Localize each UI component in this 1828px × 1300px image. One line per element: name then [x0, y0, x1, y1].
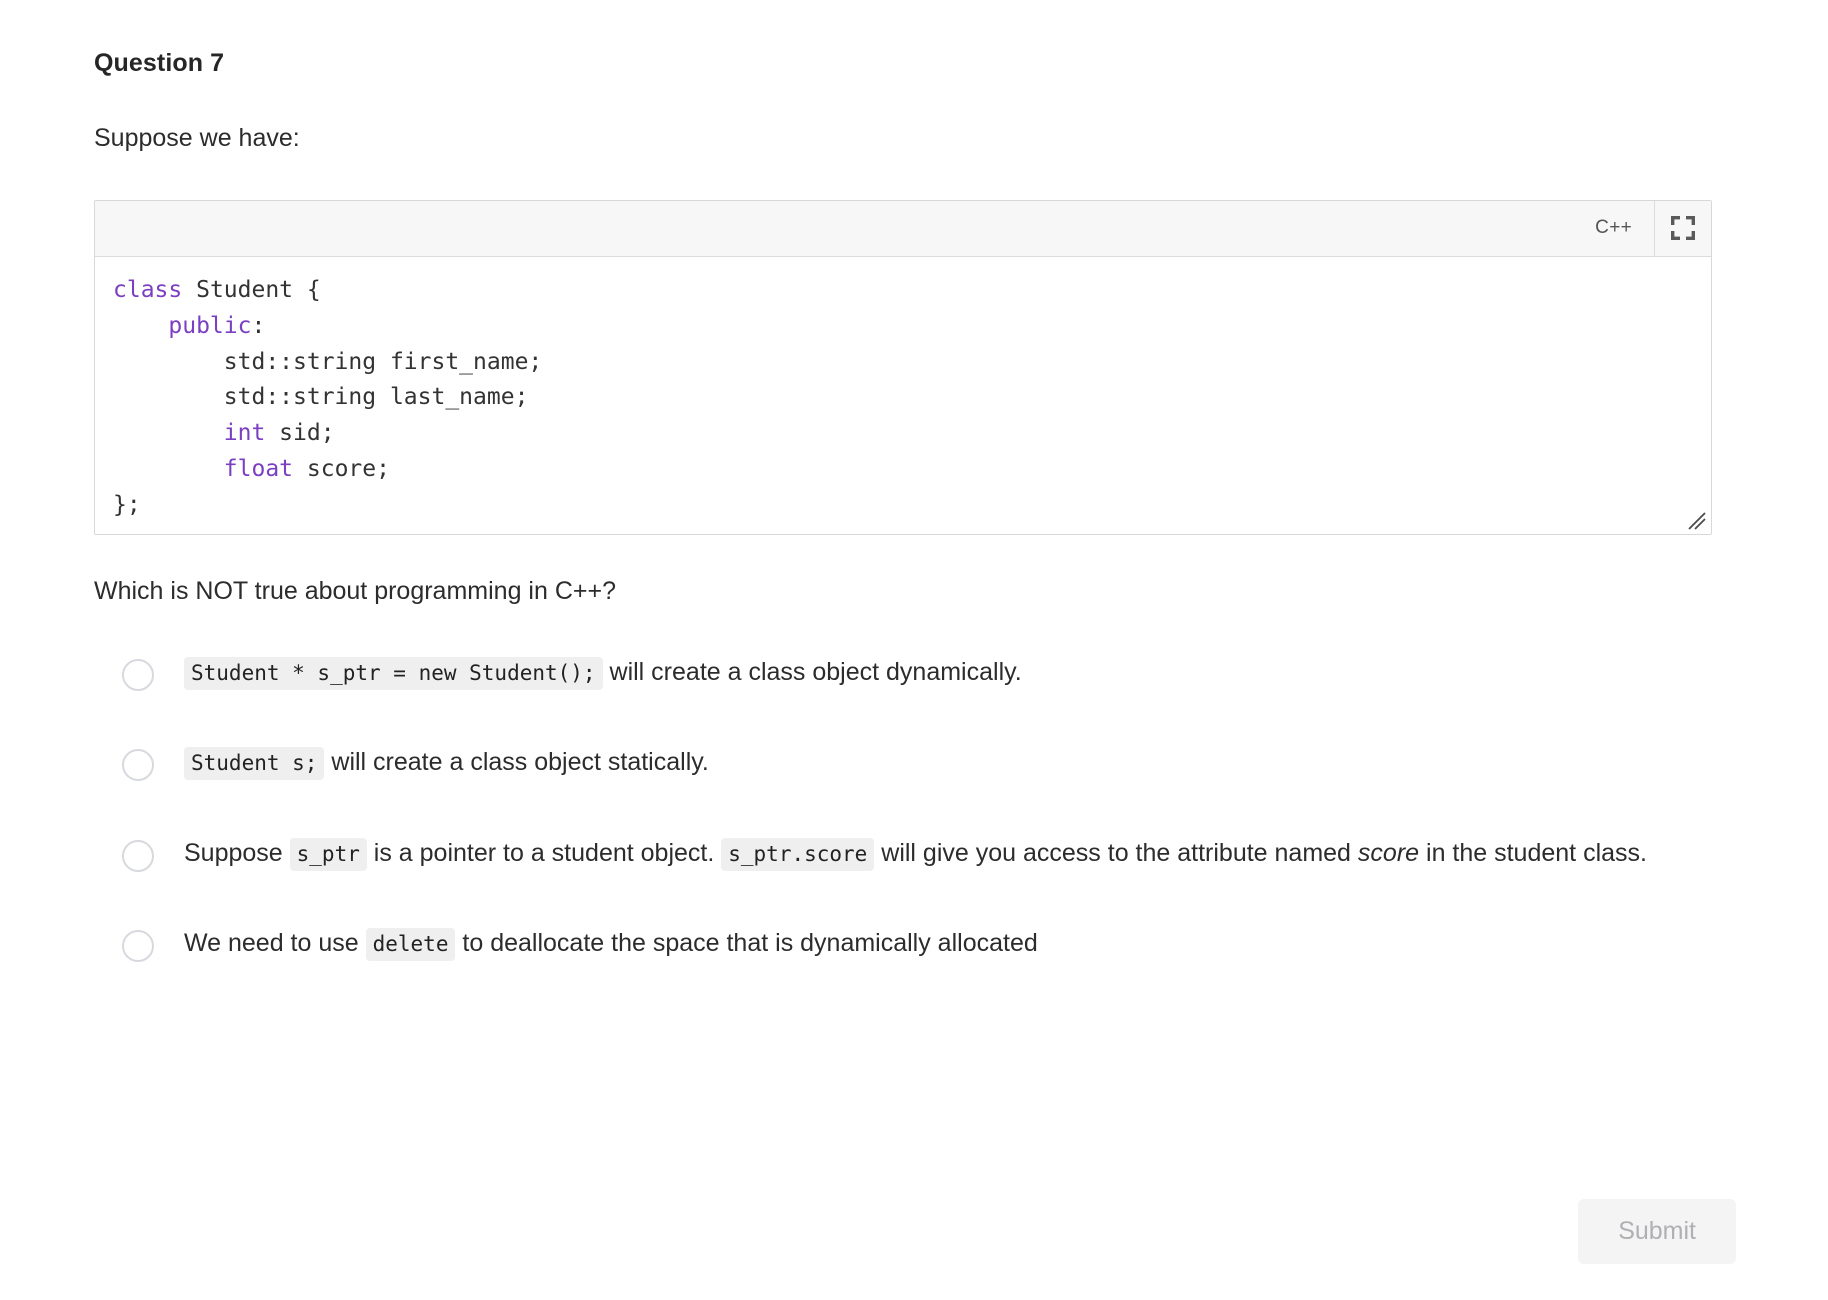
code-keyword: float: [223, 456, 294, 483]
answer-option-3[interactable]: Suppose s_ptr is a pointer to a student …: [94, 832, 1736, 873]
inline-code: s_ptr.score: [721, 837, 875, 871]
answer-option-label: We need to use delete to deallocate the …: [184, 922, 1038, 963]
code-keyword: int: [223, 420, 266, 447]
answer-option-label: Suppose s_ptr is a pointer to a student …: [184, 832, 1647, 873]
language-label: C++: [1595, 217, 1632, 239]
answer-option-label: Student s; will create a class object st…: [184, 741, 709, 782]
answer-option-4[interactable]: We need to use delete to deallocate the …: [94, 922, 1736, 963]
prompt-text: Suppose we have:: [94, 124, 300, 152]
code-keyword: public: [168, 312, 252, 339]
inline-code: delete: [365, 928, 456, 962]
answer-options: Student * s_ptr = new Student(); will cr…: [94, 651, 1736, 963]
submit-button[interactable]: Submit: [1578, 1199, 1736, 1264]
inline-code: Student * s_ptr = new Student();: [184, 656, 603, 690]
radio-button-3[interactable]: [122, 839, 154, 872]
page-title: Question 7: [94, 49, 225, 77]
question-stem: Which is NOT true about programming in C…: [94, 576, 616, 605]
question-page: Question 7 Suppose we have: C++ class St…: [0, 0, 1828, 1300]
radio-button-1[interactable]: [122, 658, 154, 691]
emphasis-text: score: [1357, 838, 1420, 867]
code-editor: C++ class Student {public: std::string …: [94, 199, 1712, 535]
resize-grip-icon[interactable]: [1686, 510, 1708, 532]
submit-area: Submit: [1578, 1199, 1736, 1264]
code-area[interactable]: class Student { public: std::string firs…: [95, 256, 1711, 534]
code-toolbar: C++: [95, 200, 1711, 257]
inline-code: s_ptr: [289, 837, 367, 871]
answer-option-2[interactable]: Student s; will create a class object st…: [94, 741, 1736, 782]
code-content: class Student { public: std::string firs…: [113, 276, 543, 518]
radio-button-2[interactable]: [122, 749, 154, 782]
fullscreen-expand-icon[interactable]: [1655, 201, 1711, 256]
radio-button-4[interactable]: [122, 930, 154, 963]
answer-option-1[interactable]: Student * s_ptr = new Student(); will cr…: [94, 651, 1736, 692]
inline-code: Student s;: [184, 747, 325, 781]
code-keyword: class: [113, 276, 183, 303]
answer-option-label: Student * s_ptr = new Student(); will cr…: [184, 651, 1022, 692]
